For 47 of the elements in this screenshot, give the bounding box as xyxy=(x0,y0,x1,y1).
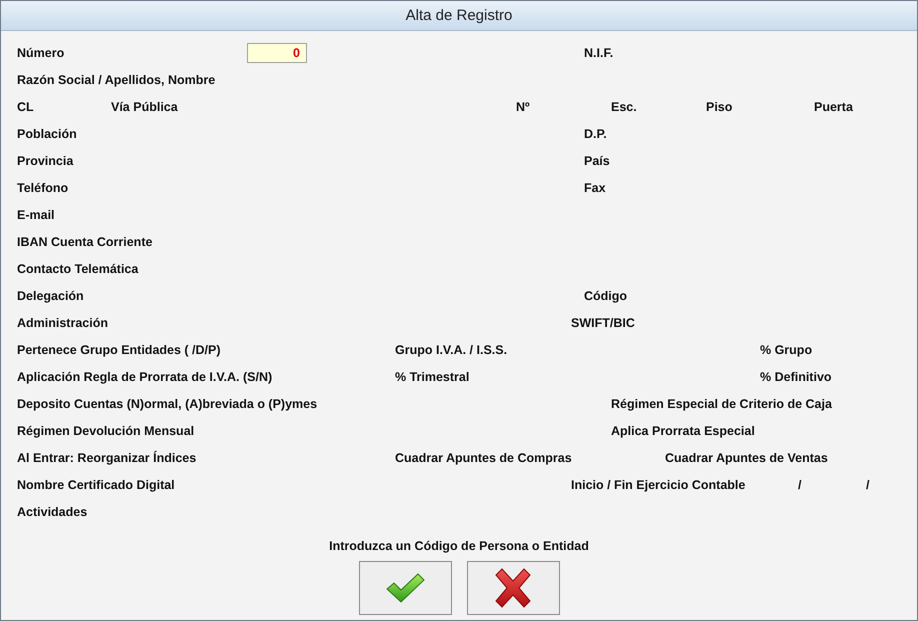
accept-button[interactable] xyxy=(358,561,452,615)
field-label: / xyxy=(798,478,802,492)
field-label: % Grupo xyxy=(760,342,812,356)
field-label: Contacto Telemática xyxy=(17,262,138,276)
field-label: País xyxy=(584,154,610,168)
field-label: Régimen Especial de Criterio de Caja xyxy=(611,396,832,410)
field-label: SWIFT/BIC xyxy=(571,316,635,330)
field-label: CL xyxy=(17,100,34,114)
field-label: Código xyxy=(584,288,628,302)
field-label: Inicio / Fin Ejercicio Contable xyxy=(571,478,746,492)
field-label: Razón Social / Apellidos, Nombre xyxy=(17,72,216,86)
field-label: % Definitivo xyxy=(760,370,832,384)
field-label: Régimen Devolución Mensual xyxy=(17,424,194,438)
field-label: Grupo I.V.A. / I.S.S. xyxy=(395,342,508,356)
field-label: Vía Pública xyxy=(111,100,178,114)
field-label: Actividades xyxy=(17,504,88,518)
field-label: N.I.F. xyxy=(584,46,614,60)
field-label: Al Entrar: Reorganizar Índices xyxy=(17,450,196,464)
field-label: Cuadrar Apuntes de Ventas xyxy=(665,450,828,464)
field-label: Administración xyxy=(17,316,108,330)
field-label: Deposito Cuentas (N)ormal, (A)breviada o (P)ymes xyxy=(17,396,318,410)
field-label: Población xyxy=(17,126,77,140)
field-label: D.P. xyxy=(584,126,607,140)
window-title: Alta de Registro xyxy=(406,7,512,24)
field-label: Aplicación Regla de Prorrata de I.V.A. (S/N) xyxy=(17,370,272,384)
field-label: Puerta xyxy=(814,100,853,114)
field-label: E-mail xyxy=(17,208,55,222)
field-label: IBAN Cuenta Corriente xyxy=(17,234,152,248)
prompt-message: Introduzca un Código de Persona o Entidad xyxy=(329,539,589,553)
field-label: % Trimestral xyxy=(395,370,470,384)
cross-icon xyxy=(495,568,531,608)
field-label: Cuadrar Apuntes de Compras xyxy=(395,450,572,464)
check-icon xyxy=(385,572,425,604)
field-label: Delegación xyxy=(17,288,84,302)
field-label: Fax xyxy=(584,180,606,194)
field-label: Teléfono xyxy=(17,180,68,194)
field-label: Piso xyxy=(706,100,732,114)
field-label: / xyxy=(866,478,870,492)
field-label: Nombre Certificado Digital xyxy=(17,478,175,492)
field-label: Número xyxy=(17,46,64,60)
field-label: Esc. xyxy=(611,100,637,114)
field-label: Aplica Prorrata Especial xyxy=(611,424,755,438)
field-label: Pertenece Grupo Entidades ( /D/P) xyxy=(17,342,221,356)
field-label: Nº xyxy=(516,100,530,114)
cancel-button[interactable] xyxy=(466,561,560,615)
number-field[interactable]: 0 xyxy=(247,42,307,62)
field-label: Provincia xyxy=(17,154,74,168)
